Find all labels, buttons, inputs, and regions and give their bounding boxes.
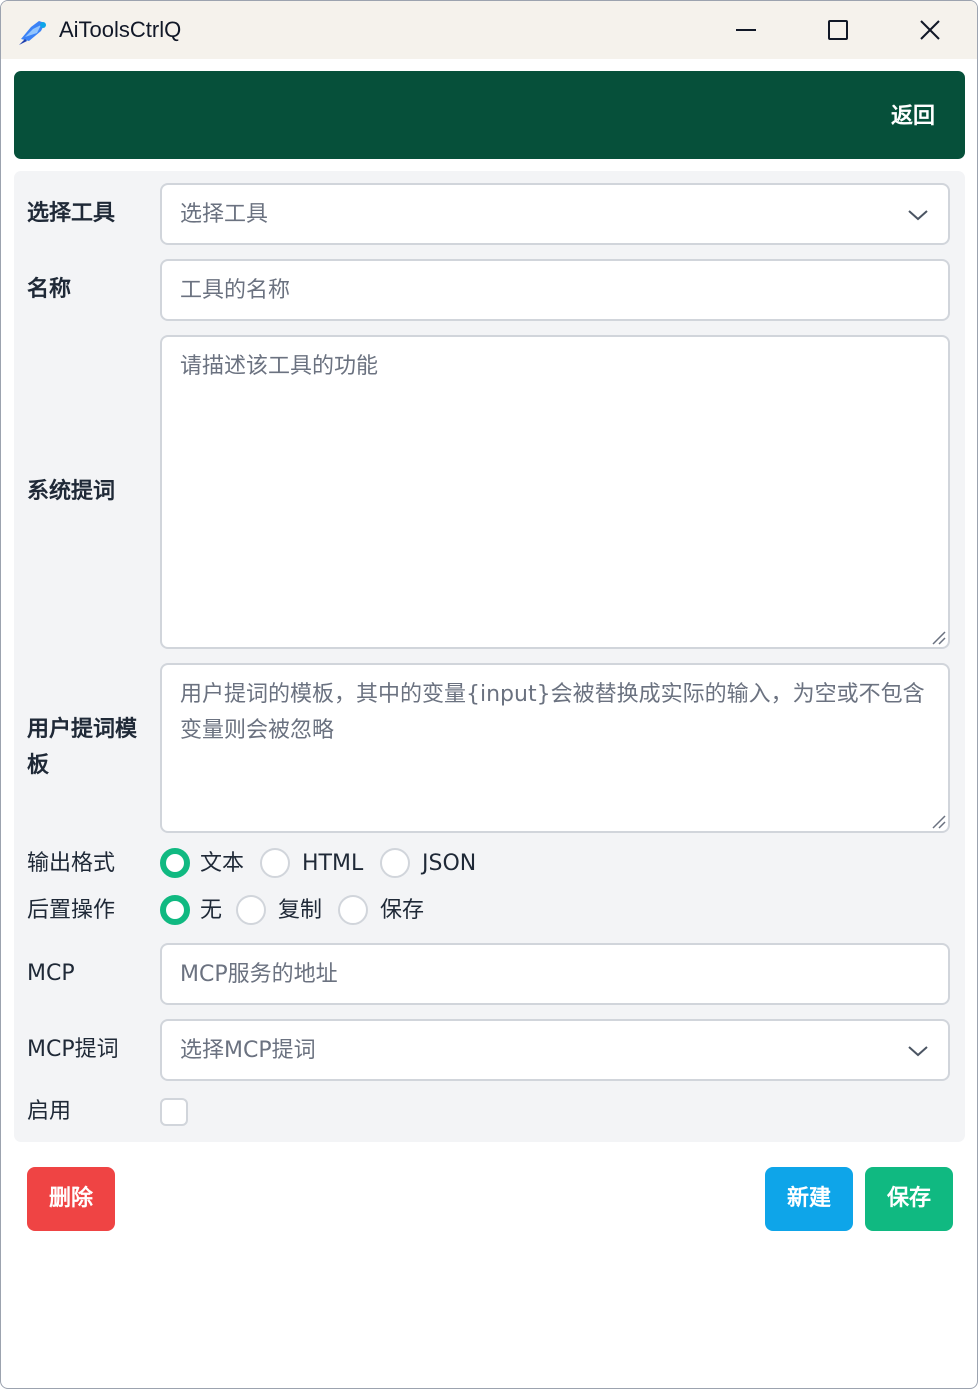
post-action-option-label: 保存 — [380, 898, 425, 923]
user-prompt-template-label: 用户提词模板 — [27, 717, 138, 778]
output-format-option-label: HTML — [302, 851, 364, 876]
post-action-option-label: 复制 — [278, 898, 323, 923]
mcp-prompt-label: MCP提词 — [27, 1037, 119, 1062]
output-format-radio-json[interactable] — [380, 848, 410, 878]
post-action-label: 后置操作 — [27, 898, 116, 923]
name-input[interactable]: 工具的名称 — [160, 259, 950, 321]
delete-button[interactable]: 删除 — [27, 1167, 115, 1231]
output-format-radio-group: 文本 HTML JSON — [160, 846, 660, 882]
post-action-radio-copy[interactable] — [236, 895, 266, 925]
app-window: AiToolsCtrlQ 返回 选择工具 选择工具 名称 工具的名称 系统提词 … — [0, 0, 978, 1389]
new-button[interactable]: 新建 — [765, 1167, 853, 1231]
save-button[interactable]: 保存 — [865, 1167, 953, 1231]
title-bar: AiToolsCtrlQ — [1, 1, 977, 59]
output-format-option-label: 文本 — [200, 851, 245, 876]
user-prompt-template-textarea[interactable]: 用户提词的模板，其中的变量{input}会被替换成实际的输入，为空或不包含变量则… — [160, 663, 950, 833]
output-format-radio-html[interactable] — [260, 848, 290, 878]
system-prompt-textarea[interactable]: 请描述该工具的功能 — [160, 335, 950, 649]
post-action-option-label: 无 — [200, 898, 223, 923]
resize-handle-icon[interactable] — [930, 813, 946, 829]
chevron-down-icon — [908, 210, 928, 221]
mcp-placeholder: MCP服务的地址 — [180, 962, 338, 987]
name-placeholder: 工具的名称 — [180, 278, 291, 303]
user-prompt-template-placeholder: 用户提词的模板，其中的变量{input}会被替换成实际的输入，为空或不包含变量则… — [180, 682, 925, 743]
enabled-checkbox[interactable] — [160, 1098, 188, 1126]
close-icon[interactable] — [915, 15, 945, 45]
tool-select[interactable]: 选择工具 — [160, 183, 950, 245]
mcp-input[interactable]: MCP服务的地址 — [160, 943, 950, 1005]
back-button[interactable]: 返回 — [891, 98, 935, 130]
output-format-radio-text[interactable] — [160, 848, 190, 878]
chevron-down-icon — [908, 1046, 928, 1057]
tool-select-label: 选择工具 — [27, 201, 116, 226]
post-action-radio-group: 无 复制 保存 — [160, 893, 560, 929]
post-action-radio-save[interactable] — [338, 895, 368, 925]
minimize-icon[interactable] — [731, 15, 761, 45]
system-prompt-placeholder: 请描述该工具的功能 — [180, 354, 379, 379]
output-format-label: 输出格式 — [27, 851, 116, 876]
output-format-option-label: JSON — [422, 851, 477, 876]
name-label: 名称 — [27, 277, 72, 302]
resize-handle-icon[interactable] — [930, 629, 946, 645]
post-action-radio-none[interactable] — [160, 895, 190, 925]
mcp-label: MCP — [27, 961, 75, 986]
maximize-icon[interactable] — [823, 15, 853, 45]
app-logo-icon — [19, 21, 46, 45]
enabled-label: 启用 — [27, 1099, 72, 1124]
header-bar: 返回 — [14, 71, 965, 159]
mcp-prompt-select[interactable]: 选择MCP提词 — [160, 1019, 950, 1081]
tool-form: 选择工具 选择工具 名称 工具的名称 系统提词 请描述该工具的功能 用户提词模板… — [14, 171, 965, 1142]
tool-select-value: 选择工具 — [180, 202, 269, 227]
mcp-prompt-value: 选择MCP提词 — [180, 1038, 316, 1063]
window-title: AiToolsCtrlQ — [59, 17, 182, 42]
system-prompt-label: 系统提词 — [27, 479, 116, 504]
